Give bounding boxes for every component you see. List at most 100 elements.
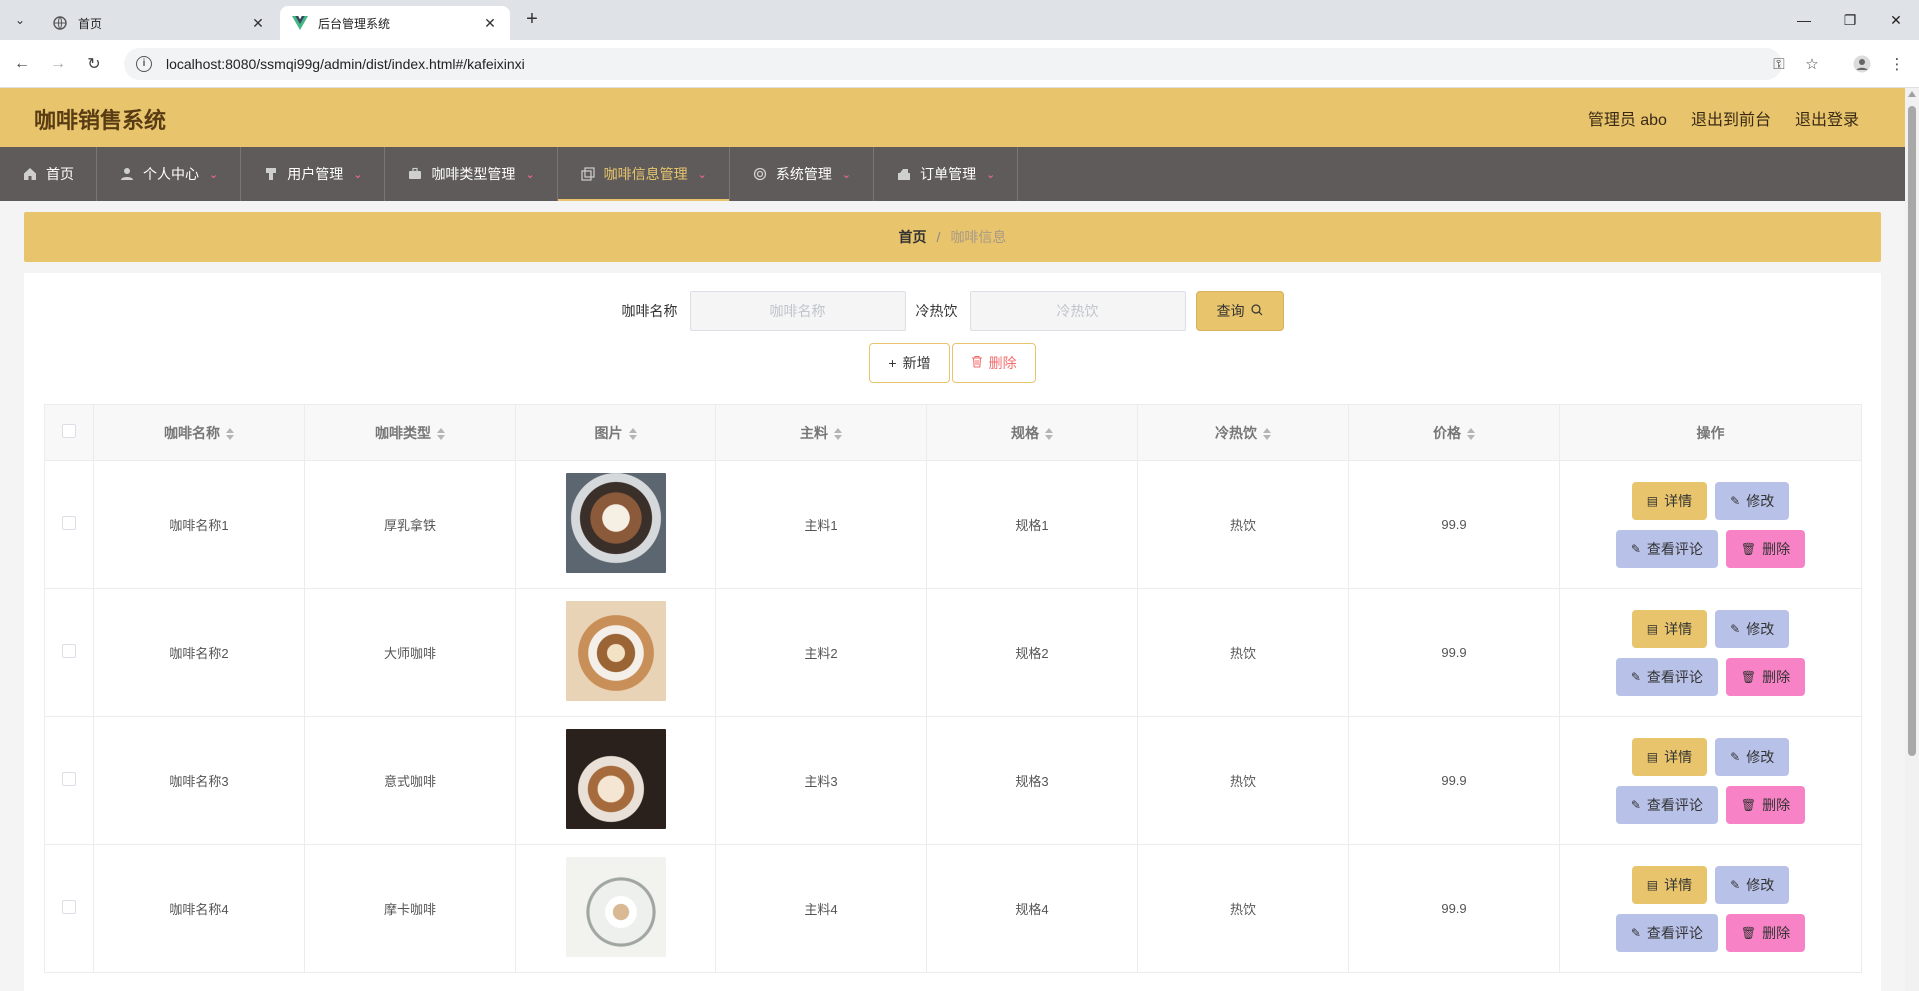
browser-tab-title: 首页 <box>78 16 103 31</box>
nav-item-orders[interactable]: 订单管理 ⌄ <box>874 147 1019 201</box>
cell-main: 主料2 <box>715 588 927 717</box>
search-form: 咖啡名称 冷热饮 查询 <box>24 291 1881 331</box>
coffee-image[interactable] <box>565 601 666 701</box>
row-checkbox[interactable] <box>62 772 76 786</box>
column-header-temp[interactable]: 冷热饮 <box>1137 404 1349 461</box>
detail-button[interactable]: ▤ 详情 <box>1631 865 1708 904</box>
key-icon[interactable]: ⚿ <box>1767 52 1791 76</box>
sort-icon[interactable] <box>628 427 637 440</box>
browser-tab-admin[interactable]: 后台管理系统 ✕ <box>280 6 510 40</box>
name-search-input[interactable] <box>689 291 906 331</box>
delete-button[interactable]: 🗑 删除 <box>1725 785 1806 824</box>
new-tab-plus-icon[interactable]: + <box>520 8 544 32</box>
delete-button[interactable]: 🗑 删除 <box>1725 913 1806 952</box>
coffee-image[interactable] <box>565 857 666 957</box>
page-scrollbar[interactable] <box>1905 88 1919 991</box>
edit-button[interactable]: ✎ 修改 <box>1715 737 1790 776</box>
browser-tab-home[interactable]: 首页 ✕ <box>40 6 278 40</box>
edit-button[interactable]: ✎ 修改 <box>1715 865 1790 904</box>
cell-ops: ▤ 详情 ✎ 修改 ✎ 查看评论 🗑 删除 <box>1559 844 1862 973</box>
detail-button[interactable]: ▤ 详情 <box>1631 609 1708 648</box>
button-label: 详情 <box>1664 620 1693 637</box>
url-bar[interactable]: i localhost:8080/ssmqi99g/admin/dist/ind… <box>124 48 1782 80</box>
cell-temp: 热饮 <box>1137 460 1349 589</box>
coffee-image[interactable] <box>565 473 666 573</box>
temp-search-label: 冷热饮 <box>915 303 958 319</box>
star-icon[interactable]: ☆ <box>1800 52 1824 76</box>
row-checkbox[interactable] <box>62 516 76 530</box>
row-checkbox[interactable] <box>62 900 76 914</box>
tab-search-chevron-icon[interactable]: ⌄ <box>8 8 32 32</box>
batch-delete-button[interactable]: 删除 <box>951 343 1036 383</box>
system-icon <box>752 166 768 182</box>
sort-icon[interactable] <box>834 427 842 440</box>
close-icon[interactable]: ✕ <box>482 15 498 31</box>
detail-button[interactable]: ▤ 详情 <box>1631 481 1708 520</box>
profile-icon[interactable] <box>1850 52 1874 76</box>
view-reviews-button[interactable]: ✎ 查看评论 <box>1615 785 1718 824</box>
header-label: 冷热饮 <box>1215 424 1257 441</box>
close-icon[interactable]: ✕ <box>250 15 266 31</box>
nav-item-users[interactable]: 用户管理 ⌄ <box>241 147 386 201</box>
back-to-front-link[interactable]: 退出到前台 <box>1691 106 1771 130</box>
view-reviews-button[interactable]: ✎ 查看评论 <box>1615 529 1718 568</box>
cell-type: 摩卡咖啡 <box>304 844 516 973</box>
delete-button[interactable]: 🗑 删除 <box>1725 657 1806 696</box>
column-header-type[interactable]: 咖啡类型 <box>304 404 516 461</box>
breadcrumb-home[interactable]: 首页 <box>899 227 927 247</box>
header-label: 图片 <box>594 424 623 441</box>
row-checkbox[interactable] <box>62 644 76 658</box>
button-label: 修改 <box>1746 876 1775 893</box>
nav-item-profile[interactable]: 个人中心 ⌄ <box>97 147 242 201</box>
view-reviews-button[interactable]: ✎ 查看评论 <box>1615 657 1718 696</box>
scrollbar-thumb[interactable] <box>1908 106 1916 756</box>
sort-icon[interactable] <box>437 427 445 440</box>
pencil-icon: ✎ <box>1730 877 1741 892</box>
sort-icon[interactable] <box>226 427 234 440</box>
detail-button[interactable]: ▤ 详情 <box>1631 737 1708 776</box>
nav-item-home[interactable]: 首页 <box>0 147 97 201</box>
temp-search-input[interactable] <box>969 291 1186 331</box>
select-all-checkbox[interactable] <box>62 424 76 438</box>
column-header-spec[interactable]: 规格 <box>926 404 1138 461</box>
reload-icon[interactable]: ↻ <box>82 52 106 76</box>
button-label: 修改 <box>1746 748 1775 765</box>
scroll-up-arrow-icon[interactable] <box>1908 91 1916 97</box>
edit-button[interactable]: ✎ 修改 <box>1715 481 1790 520</box>
site-info-icon[interactable]: i <box>136 56 152 72</box>
coffee-image[interactable] <box>565 729 666 829</box>
sort-icon[interactable] <box>1467 427 1475 440</box>
column-header-main[interactable]: 主料 <box>715 404 927 461</box>
forward-arrow-icon[interactable]: → <box>46 52 70 76</box>
cell-spec: 规格1 <box>926 460 1138 589</box>
nav-item-coffee-types[interactable]: 咖啡类型管理 ⌄ <box>385 147 558 201</box>
kebab-menu-icon[interactable]: ⋮ <box>1885 52 1909 76</box>
close-window-icon[interactable]: ✕ <box>1873 0 1919 40</box>
url-text[interactable]: localhost:8080/ssmqi99g/admin/dist/index… <box>166 56 525 72</box>
table-row: 咖啡名称4 摩卡咖啡 主料4 规格4 热饮 99.9 ▤ 详情 ✎ 修改 ✎ 查看评论 <box>44 844 1862 973</box>
restore-icon[interactable]: ❐ <box>1827 0 1873 40</box>
sort-icon[interactable] <box>1263 427 1271 440</box>
button-label: 修改 <box>1746 620 1775 637</box>
query-button[interactable]: 查询 <box>1195 291 1284 331</box>
breadcrumb-separator: / <box>936 229 941 245</box>
view-reviews-button[interactable]: ✎ 查看评论 <box>1615 913 1718 952</box>
pencil-icon: ✎ <box>1730 493 1741 508</box>
cell-name: 咖啡名称2 <box>93 588 305 717</box>
logout-link[interactable]: 退出登录 <box>1795 106 1859 130</box>
chevron-down-icon: ⌄ <box>986 168 996 181</box>
home-icon <box>22 166 38 182</box>
delete-button[interactable]: 🗑 删除 <box>1725 529 1806 568</box>
edit-button[interactable]: ✎ 修改 <box>1715 609 1790 648</box>
minimize-icon[interactable]: — <box>1781 0 1827 40</box>
sort-icon[interactable] <box>1045 427 1053 440</box>
app-header: 咖啡销售系统 管理员 abo 退出到前台 退出登录 <box>0 88 1905 147</box>
column-header-image[interactable]: 图片 <box>515 404 716 461</box>
nav-item-system[interactable]: 系统管理 ⌄ <box>730 147 875 201</box>
add-button[interactable]: + 新增 <box>869 343 950 383</box>
column-header-name[interactable]: 咖啡名称 <box>93 404 305 461</box>
header-links: 管理员 abo 退出到前台 退出登录 <box>1588 106 1859 130</box>
back-arrow-icon[interactable]: ← <box>10 52 34 76</box>
nav-item-coffee-info[interactable]: 咖啡信息管理 ⌄ <box>557 147 730 201</box>
column-header-price[interactable]: 价格 <box>1348 404 1560 461</box>
